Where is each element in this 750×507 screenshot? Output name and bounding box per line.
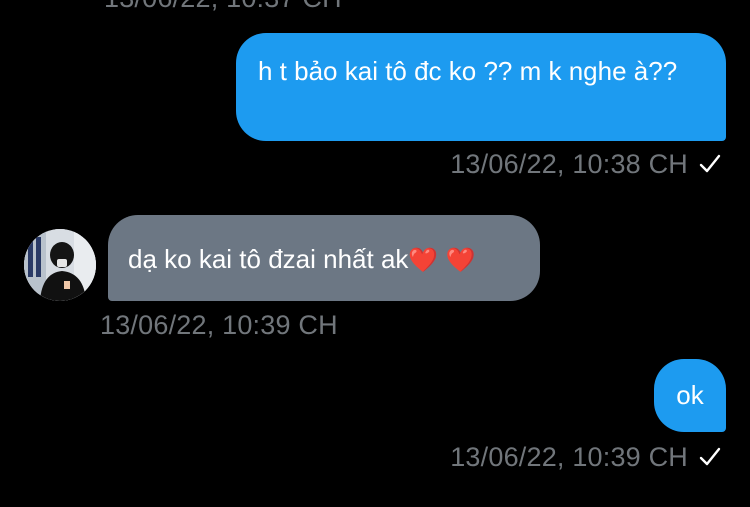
message-text: h t bảo kai tô đc ko ?? m k nghe à?? (258, 56, 678, 86)
message-timestamp: 13/06/22, 10:37 CH (104, 0, 342, 14)
message-timestamp-row: 13/06/22, 10:38 CH (450, 148, 722, 180)
outgoing-message-bubble[interactable]: h t bảo kai tô đc ko ?? m k nghe à?? (236, 33, 726, 141)
check-icon (699, 154, 721, 173)
message-timestamp: 13/06/22, 10:38 CH (450, 149, 688, 179)
message-timestamp-row: 13/06/22, 10:39 CH (450, 441, 722, 473)
message-timestamp: 13/06/22, 10:39 CH (450, 442, 688, 472)
message-timestamp: 13/06/22, 10:39 CH (100, 310, 338, 340)
incoming-message-bubble[interactable]: dạ ko kai tô đzai nhất ak❤️ ❤️ (108, 215, 540, 301)
chat-thread: 13/06/22, 10:37 CH h t bảo kai tô đc ko … (0, 0, 750, 507)
check-icon (699, 447, 721, 466)
message-text: dạ ko kai tô đzai nhất ak (128, 244, 409, 274)
heart-emoji: ❤️ (445, 246, 476, 274)
heart-emoji: ❤️ (408, 246, 439, 274)
outgoing-message-bubble[interactable]: ok (654, 359, 726, 432)
message-text: ok (676, 380, 704, 410)
avatar[interactable] (24, 229, 96, 301)
